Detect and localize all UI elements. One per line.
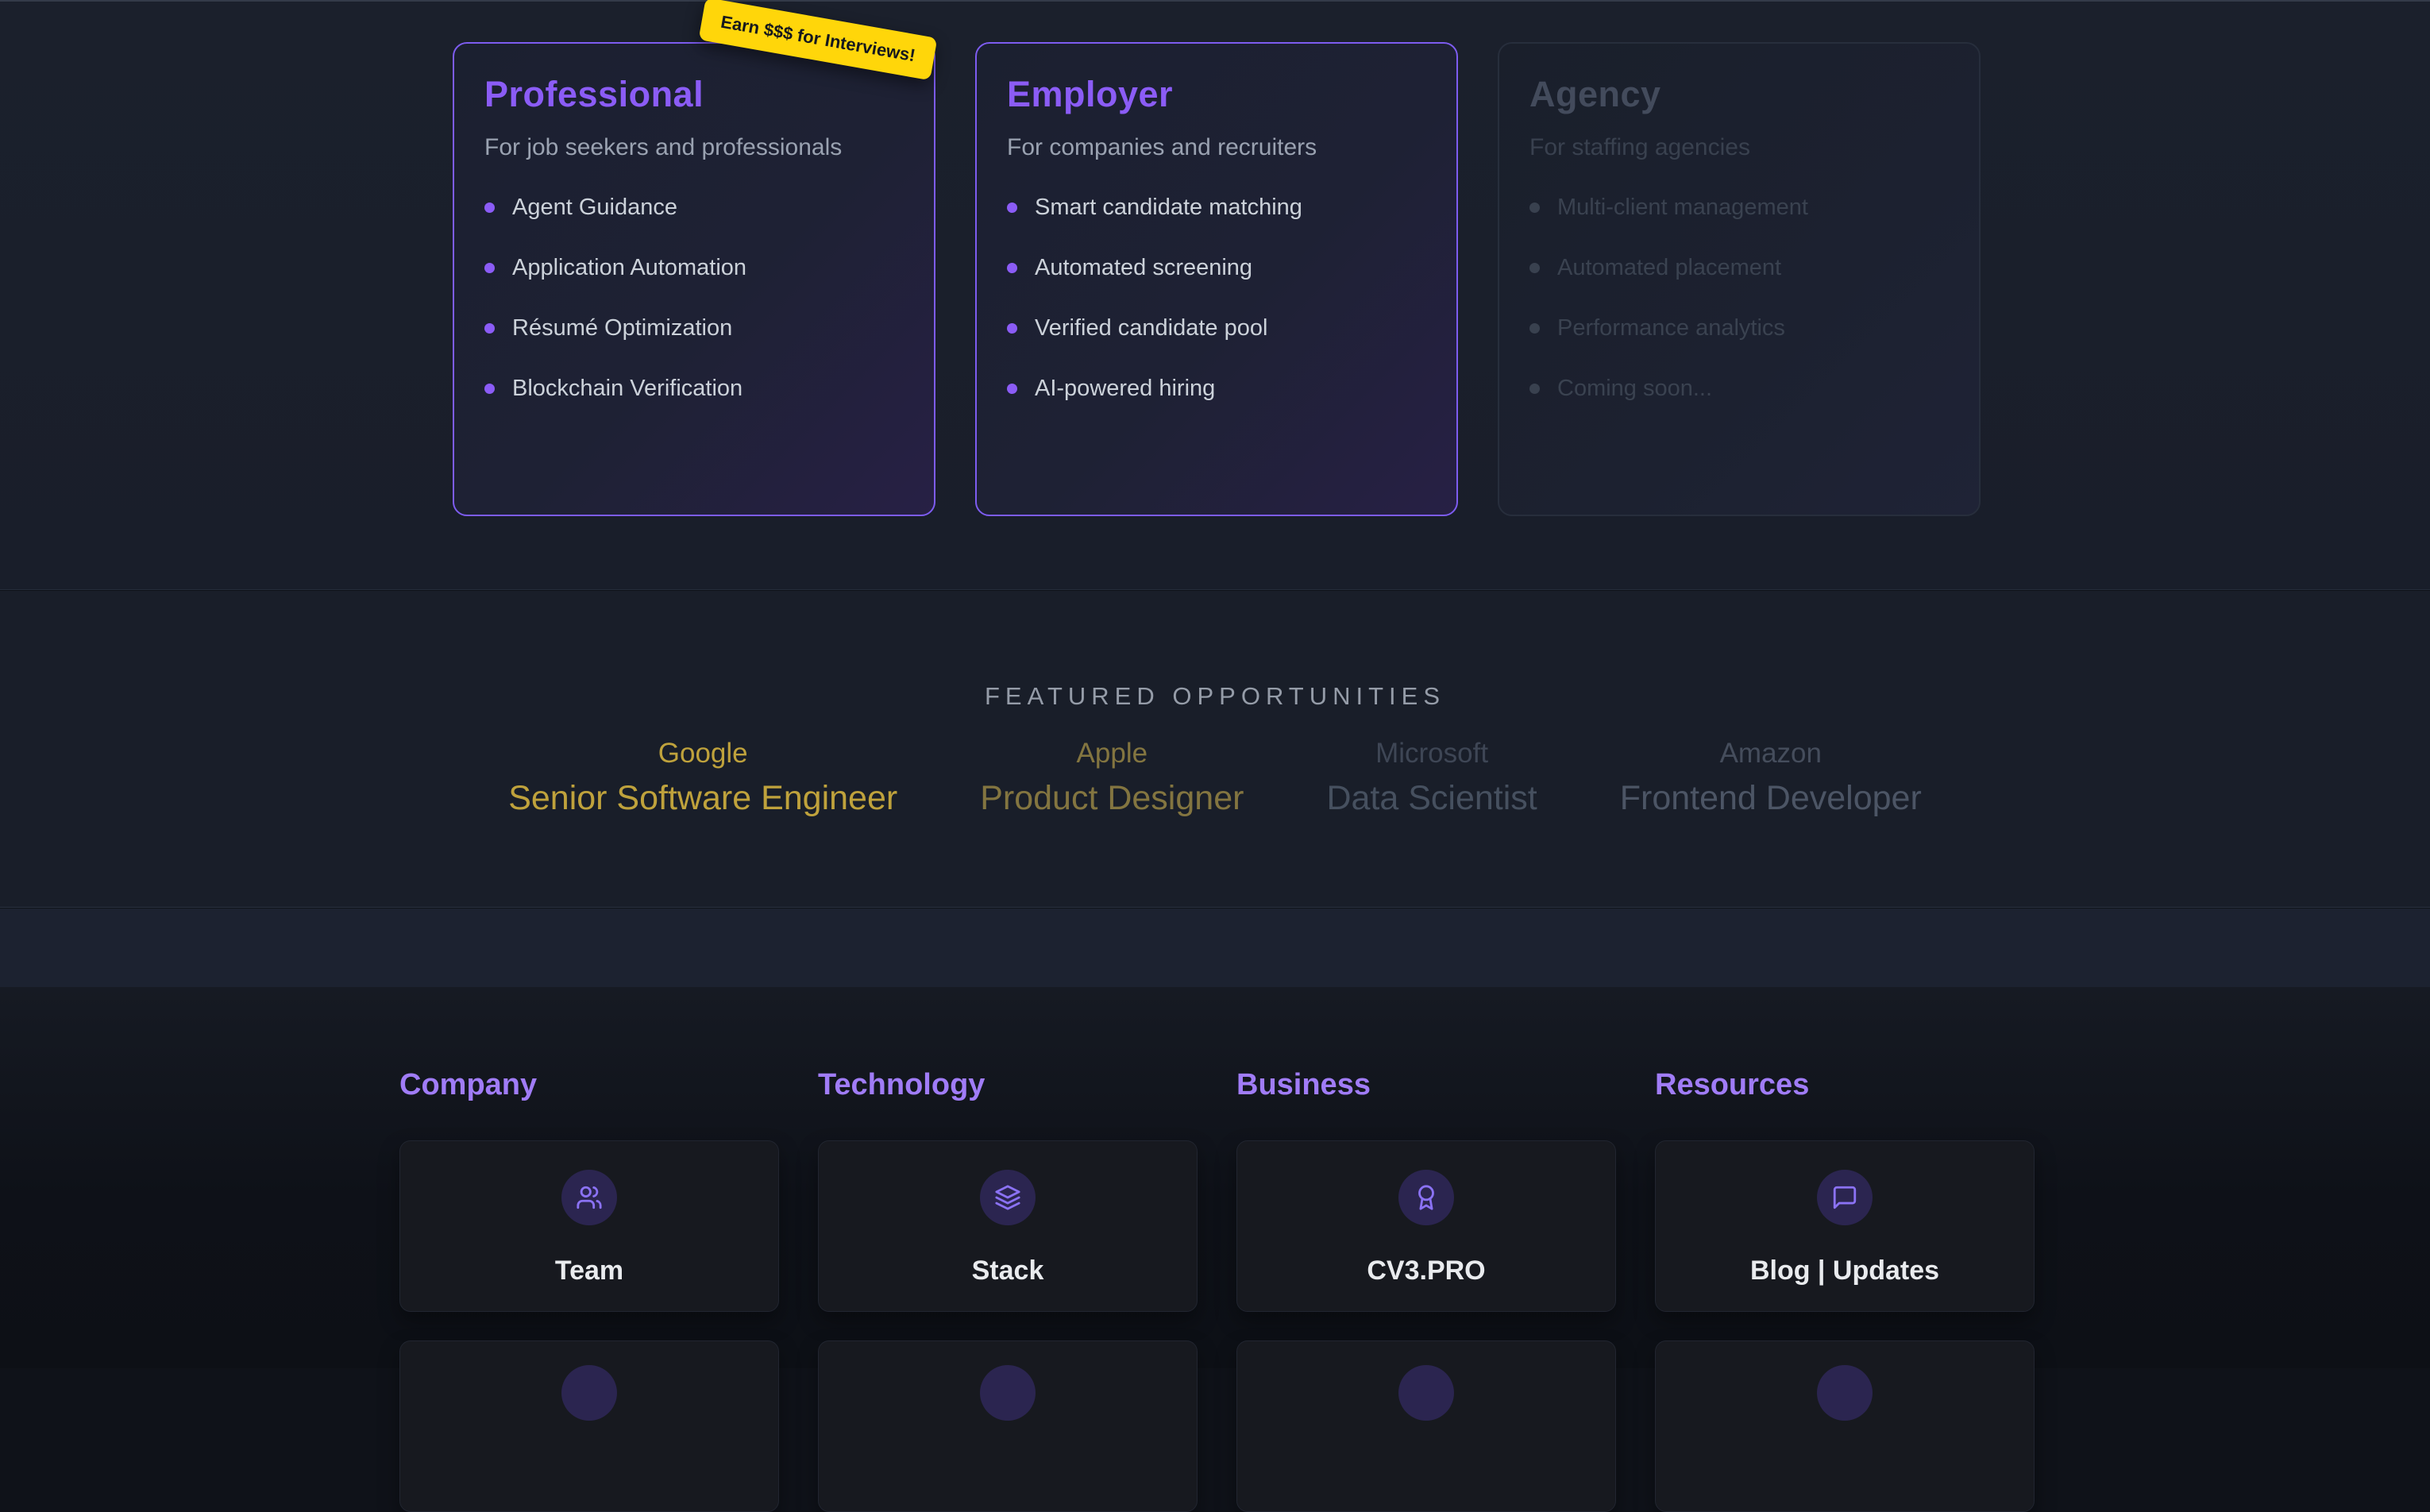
plan-feature: Application Automation bbox=[484, 255, 904, 281]
bullet-dot-icon bbox=[1007, 202, 1017, 213]
plan-feature: AI-powered hiring bbox=[1007, 376, 1426, 402]
featured-company: Amazon bbox=[1620, 738, 1922, 770]
featured-item-microsoft[interactable]: Microsoft Data Scientist bbox=[1326, 738, 1537, 818]
hidden-icon bbox=[561, 1365, 617, 1421]
plan-feature-list: Agent Guidance Application Automation Ré… bbox=[484, 195, 904, 402]
featured-row: Google Senior Software Engineer Apple Pr… bbox=[0, 738, 2430, 818]
footer-link-partial[interactable] bbox=[399, 1340, 779, 1512]
plan-feature-label: Résumé Optimization bbox=[512, 315, 732, 341]
section-divider-band bbox=[0, 908, 2430, 987]
hidden-icon bbox=[1817, 1365, 1873, 1421]
hidden-icon bbox=[980, 1365, 1036, 1421]
bullet-dot-icon bbox=[1529, 202, 1540, 213]
bullet-dot-icon bbox=[484, 384, 495, 394]
bullet-dot-icon bbox=[1007, 384, 1017, 394]
plan-feature: Blockchain Verification bbox=[484, 376, 904, 402]
footer-link-partial[interactable] bbox=[818, 1340, 1198, 1512]
footer-link-partial[interactable] bbox=[1236, 1340, 1616, 1512]
footer-column-technology: Technology Stack bbox=[818, 1068, 1198, 1512]
plan-feature: Automated screening bbox=[1007, 255, 1426, 281]
plan-feature: Verified candidate pool bbox=[1007, 315, 1426, 341]
plan-feature-label: Verified candidate pool bbox=[1035, 315, 1267, 341]
plan-subtitle: For staffing agencies bbox=[1529, 134, 1949, 161]
plan-feature: Coming soon... bbox=[1529, 376, 1949, 402]
layers-icon bbox=[980, 1170, 1036, 1225]
featured-opportunities-section: FEATURED OPPORTUNITIES Google Senior Sof… bbox=[0, 591, 2430, 908]
bullet-dot-icon bbox=[1007, 263, 1017, 273]
plan-feature-label: Multi-client management bbox=[1557, 195, 1808, 221]
plan-title: Employer bbox=[1007, 74, 1426, 115]
footer-column-business: Business CV3.PRO bbox=[1236, 1068, 1616, 1512]
plan-feature-label: Automated screening bbox=[1035, 255, 1252, 281]
plans-row: Professional For job seekers and profess… bbox=[453, 42, 1981, 516]
plan-feature: Automated placement bbox=[1529, 255, 1949, 281]
message-square-icon bbox=[1817, 1170, 1873, 1225]
plan-card-professional[interactable]: Professional For job seekers and profess… bbox=[453, 42, 935, 516]
featured-company: Apple bbox=[980, 738, 1244, 770]
featured-role: Data Scientist bbox=[1326, 779, 1537, 818]
featured-role: Frontend Developer bbox=[1620, 779, 1922, 818]
featured-item-amazon[interactable]: Amazon Frontend Developer bbox=[1620, 738, 1922, 818]
plan-feature-label: Blockchain Verification bbox=[512, 376, 742, 402]
footer-grid: Company Team Technology Stack bbox=[399, 1068, 2035, 1512]
plan-card-employer[interactable]: Employer For companies and recruiters Sm… bbox=[975, 42, 1458, 516]
footer-link-partial[interactable] bbox=[1655, 1340, 2035, 1512]
footer-link-stack[interactable]: Stack bbox=[818, 1140, 1198, 1312]
plan-feature-label: AI-powered hiring bbox=[1035, 376, 1215, 402]
footer-column-company: Company Team bbox=[399, 1068, 779, 1512]
plan-feature: Résumé Optimization bbox=[484, 315, 904, 341]
footer-link-label: Team bbox=[555, 1256, 623, 1286]
plan-feature-label: Automated placement bbox=[1557, 255, 1781, 281]
bullet-dot-icon bbox=[484, 263, 495, 273]
plan-subtitle: For companies and recruiters bbox=[1007, 134, 1426, 161]
bullet-dot-icon bbox=[1529, 323, 1540, 334]
footer-link-team[interactable]: Team bbox=[399, 1140, 779, 1312]
plan-feature-label: Performance analytics bbox=[1557, 315, 1785, 341]
bullet-dot-icon bbox=[484, 202, 495, 213]
footer-heading: Resources bbox=[1655, 1068, 2035, 1102]
footer-link-label: Blog | Updates bbox=[1750, 1256, 1939, 1286]
footer-column-resources: Resources Blog | Updates bbox=[1655, 1068, 2035, 1512]
plan-feature: Performance analytics bbox=[1529, 315, 1949, 341]
featured-role: Product Designer bbox=[980, 779, 1244, 818]
plan-feature-label: Agent Guidance bbox=[512, 195, 677, 221]
plan-title: Professional bbox=[484, 74, 904, 115]
plan-feature-list: Multi-client management Automated placem… bbox=[1529, 195, 1949, 402]
footer: Company Team Technology Stack bbox=[0, 987, 2430, 1368]
featured-role: Senior Software Engineer bbox=[508, 779, 897, 818]
plan-feature: Multi-client management bbox=[1529, 195, 1949, 221]
featured-company: Microsoft bbox=[1326, 738, 1537, 770]
page: Earn $$$ for Interviews! Professional Fo… bbox=[0, 0, 2430, 1368]
footer-heading: Business bbox=[1236, 1068, 1616, 1102]
plan-feature: Smart candidate matching bbox=[1007, 195, 1426, 221]
plan-feature: Agent Guidance bbox=[484, 195, 904, 221]
bullet-dot-icon bbox=[1007, 323, 1017, 334]
featured-item-apple[interactable]: Apple Product Designer bbox=[980, 738, 1244, 818]
featured-company: Google bbox=[508, 738, 897, 770]
award-icon bbox=[1398, 1170, 1454, 1225]
bullet-dot-icon bbox=[1529, 384, 1540, 394]
footer-link-cv3pro[interactable]: CV3.PRO bbox=[1236, 1140, 1616, 1312]
plan-feature-list: Smart candidate matching Automated scree… bbox=[1007, 195, 1426, 402]
footer-link-label: CV3.PRO bbox=[1367, 1256, 1485, 1286]
bullet-dot-icon bbox=[1529, 263, 1540, 273]
pricing-section: Earn $$$ for Interviews! Professional Fo… bbox=[0, 0, 2430, 590]
bullet-dot-icon bbox=[484, 323, 495, 334]
plan-card-agency: Agency For staffing agencies Multi-clien… bbox=[1498, 42, 1981, 516]
plan-feature-label: Coming soon... bbox=[1557, 376, 1712, 402]
footer-heading: Technology bbox=[818, 1068, 1198, 1102]
plan-title: Agency bbox=[1529, 74, 1949, 115]
plan-feature-label: Smart candidate matching bbox=[1035, 195, 1302, 221]
footer-heading: Company bbox=[399, 1068, 779, 1102]
hidden-icon bbox=[1398, 1365, 1454, 1421]
users-icon bbox=[561, 1170, 617, 1225]
footer-link-label: Stack bbox=[972, 1256, 1044, 1286]
plan-subtitle: For job seekers and professionals bbox=[484, 134, 904, 161]
featured-item-google[interactable]: Google Senior Software Engineer bbox=[508, 738, 897, 818]
plan-feature-label: Application Automation bbox=[512, 255, 746, 281]
footer-link-blog[interactable]: Blog | Updates bbox=[1655, 1140, 2035, 1312]
featured-heading: FEATURED OPPORTUNITIES bbox=[0, 591, 2430, 711]
